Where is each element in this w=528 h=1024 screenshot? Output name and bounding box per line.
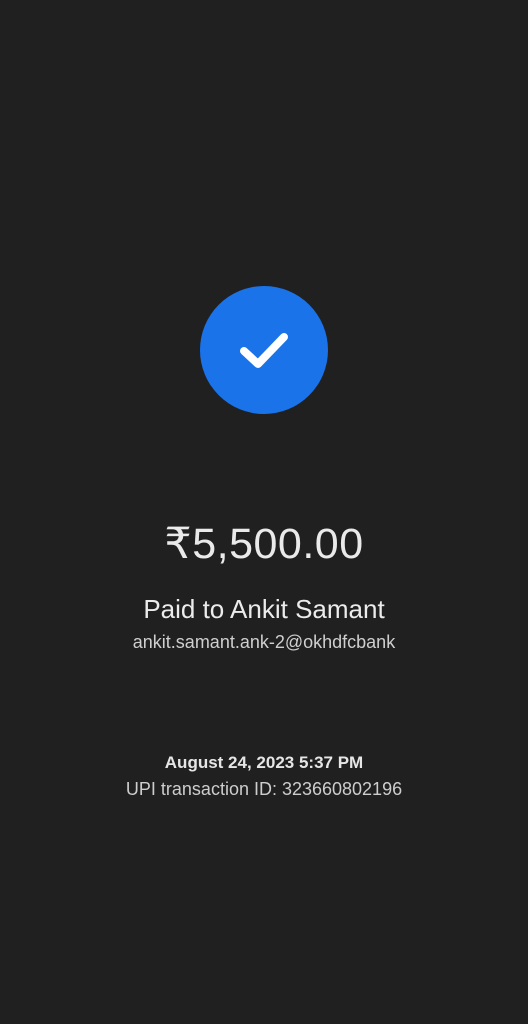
check-icon: [240, 333, 288, 368]
transaction-datetime: August 24, 2023 5:37 PM: [164, 753, 364, 772]
payment-amount: ₹5,500.00: [164, 520, 364, 568]
success-check-badge: [200, 286, 328, 414]
payment-success-screen: ₹5,500.00 Paid to Ankit Samant ankit.sam…: [0, 0, 528, 1024]
paid-to-label: Paid to Ankit Samant: [143, 594, 385, 624]
upi-transaction-id: UPI transaction ID: 323660802196: [125, 779, 403, 799]
recipient-upi-id: ankit.samant.ank-2@okhdfcbank: [132, 632, 396, 652]
